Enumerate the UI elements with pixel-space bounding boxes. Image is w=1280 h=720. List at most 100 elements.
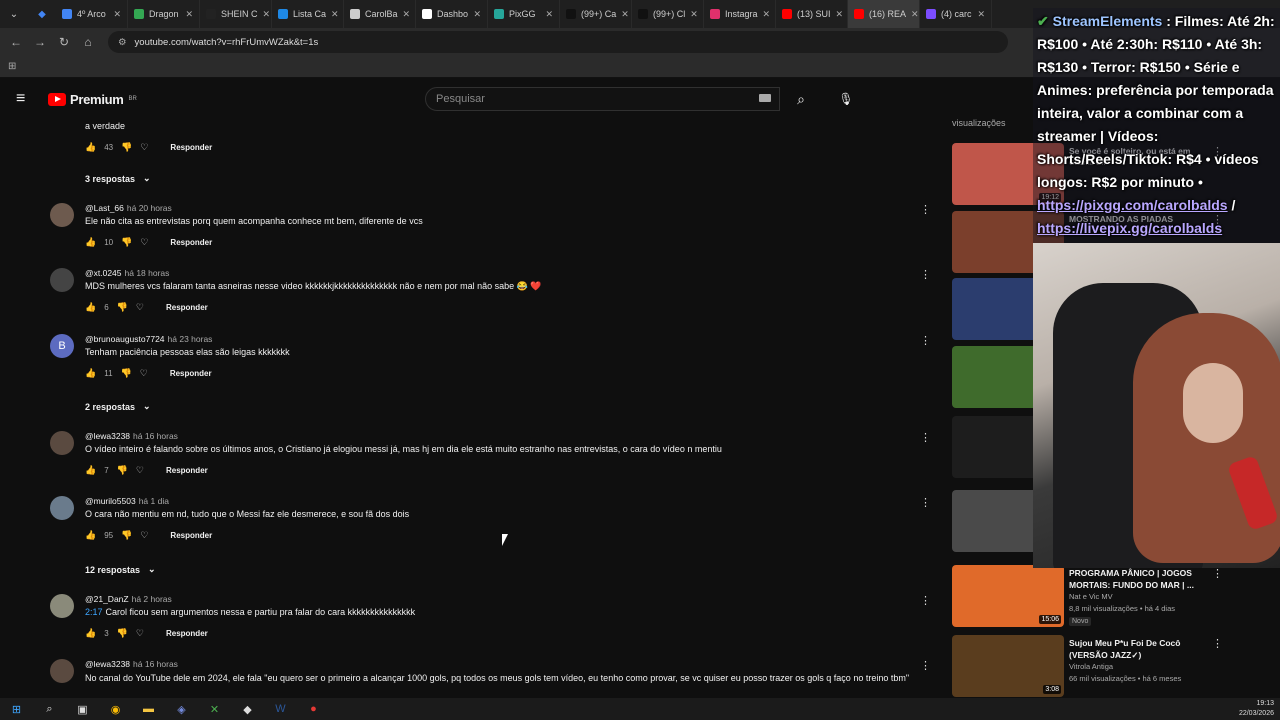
avatar[interactable] — [50, 268, 74, 292]
avatar[interactable]: B — [50, 334, 74, 358]
site-info-icon[interactable]: ⚙ — [118, 37, 127, 48]
browser-tab[interactable]: (99+) Cl ✕ — [632, 0, 704, 28]
heart-icon[interactable]: ♡ — [136, 302, 144, 313]
close-tab-icon[interactable]: ✕ — [545, 9, 553, 20]
reply-button[interactable]: Responder — [166, 303, 208, 312]
url-field[interactable]: ⚙ youtube.com/watch?v=rhFrUmvWZak&t=1s — [108, 31, 1008, 53]
avatar[interactable] — [50, 203, 74, 227]
close-tab-icon[interactable]: ✕ — [263, 9, 271, 20]
close-tab-icon[interactable]: ✕ — [836, 9, 844, 20]
comment-time[interactable]: há 2 horas — [132, 594, 172, 604]
reload-icon[interactable]: ↻ — [54, 32, 74, 52]
more-options-icon[interactable]: ⋮ — [920, 203, 931, 216]
close-tab-icon[interactable]: ✕ — [185, 9, 193, 20]
comment-author[interactable]: @lewa3238 — [85, 431, 130, 441]
chrome-icon[interactable]: ◉ — [99, 698, 132, 720]
more-options-icon[interactable]: ⋮ — [920, 594, 931, 607]
browser-tab[interactable]: CarolBa ✕ — [344, 0, 416, 28]
video-thumbnail[interactable]: 15:06 — [952, 565, 1064, 627]
reply-button[interactable]: Responder — [170, 238, 212, 247]
menu-icon[interactable]: ≡ — [16, 90, 32, 108]
microphone-icon[interactable]: 🎙 — [834, 87, 858, 111]
dislike-icon[interactable]: 👎 — [117, 465, 128, 476]
task-view-icon[interactable]: ▣ — [66, 698, 99, 720]
browser-tab[interactable]: SHEIN C ✕ — [200, 0, 272, 28]
avatar[interactable] — [50, 431, 74, 455]
heart-icon[interactable]: ♡ — [140, 237, 148, 248]
more-options-icon[interactable]: ⋮ — [920, 659, 931, 672]
close-tab-icon[interactable]: ✕ — [763, 9, 771, 20]
dislike-icon[interactable]: 👎 — [121, 237, 132, 248]
comment-author[interactable]: @murilo5503 — [85, 496, 136, 506]
replies-toggle[interactable]: 12 respostas ⌄ — [85, 564, 156, 575]
xbox-icon[interactable]: ✕ — [198, 698, 231, 720]
youtube-logo[interactable]: Premium BR — [48, 92, 137, 107]
more-options-icon[interactable]: ⋮ — [1212, 567, 1223, 580]
reply-button[interactable]: Responder — [170, 369, 212, 378]
comment-author[interactable]: @lewa3238 — [85, 659, 130, 669]
like-icon[interactable]: 👍 — [85, 142, 96, 153]
heart-icon[interactable]: ♡ — [136, 628, 144, 639]
avatar[interactable] — [50, 496, 74, 520]
browser-tab[interactable]: 4º Arco ✕ — [56, 0, 128, 28]
obs-icon[interactable]: ● — [297, 698, 330, 720]
discord-icon[interactable]: ◈ — [165, 698, 198, 720]
like-icon[interactable]: 👍 — [85, 530, 96, 541]
apps-grid-icon[interactable]: ⊞ — [8, 61, 16, 72]
word-icon[interactable]: W — [264, 698, 297, 720]
system-clock[interactable]: 19:13 22/03/2026 — [1239, 698, 1274, 719]
home-icon[interactable]: ⌂ — [78, 32, 98, 52]
more-options-icon[interactable]: ⋮ — [920, 334, 931, 347]
browser-tab[interactable]: (13) SUI ✕ — [776, 0, 848, 28]
comment-time[interactable]: há 20 horas — [127, 203, 172, 213]
browser-tab[interactable]: Dragon ✕ — [128, 0, 200, 28]
windows-start-icon[interactable]: ⊞ — [0, 698, 33, 720]
reply-button[interactable]: Responder — [166, 466, 208, 475]
keyboard-icon[interactable] — [759, 94, 771, 102]
like-icon[interactable]: 👍 — [85, 628, 96, 639]
comment-author[interactable]: @21_DanZ — [85, 594, 129, 604]
back-icon[interactable]: ← — [6, 32, 26, 52]
pinned-tab-icon[interactable]: ◆ — [28, 0, 56, 28]
like-icon[interactable]: 👍 — [85, 302, 96, 313]
heart-icon[interactable]: ♡ — [140, 530, 148, 541]
steam-icon[interactable]: ◆ — [231, 698, 264, 720]
close-tab-icon[interactable]: ✕ — [403, 9, 411, 20]
browser-tab[interactable]: Lista Ca ✕ — [272, 0, 344, 28]
search-icon[interactable]: ⌕ — [784, 87, 818, 111]
close-tab-icon[interactable]: ✕ — [113, 9, 121, 20]
replies-toggle[interactable]: 2 respostas ⌄ — [85, 401, 151, 412]
more-options-icon[interactable]: ⋮ — [920, 268, 931, 281]
dislike-icon[interactable]: 👎 — [117, 302, 128, 313]
like-icon[interactable]: 👍 — [85, 465, 96, 476]
browser-tab[interactable]: Instagra ✕ — [704, 0, 776, 28]
browser-tab[interactable]: (16) REA ✕ — [848, 0, 920, 28]
forward-icon[interactable]: → — [30, 32, 50, 52]
search-icon[interactable]: ⌕ — [33, 698, 66, 720]
more-options-icon[interactable]: ⋮ — [1212, 637, 1223, 650]
reply-button[interactable]: Responder — [170, 531, 212, 540]
overlay-link-livepix[interactable]: https://livepix.gg/carolbalds — [1037, 220, 1222, 236]
video-info[interactable]: Sujou Meu P*u Foi De Cocô (VERSÃO JAZZ✓)… — [1069, 637, 1209, 685]
close-tab-icon[interactable]: ✕ — [911, 9, 919, 20]
browser-tab[interactable]: (99+) Ca ✕ — [560, 0, 632, 28]
comment-author[interactable]: @xt.0245 — [85, 268, 122, 278]
like-icon[interactable]: 👍 — [85, 368, 96, 379]
replies-toggle[interactable]: 3 respostas ⌄ — [85, 173, 151, 184]
heart-icon[interactable]: ♡ — [140, 368, 148, 379]
search-input[interactable]: Pesquisar — [425, 87, 780, 111]
comment-time[interactable]: há 18 horas — [125, 268, 170, 278]
more-options-icon[interactable]: ⋮ — [920, 431, 931, 444]
dislike-icon[interactable]: 👎 — [121, 142, 132, 153]
avatar[interactable] — [50, 659, 74, 683]
comment-time[interactable]: há 23 horas — [168, 334, 213, 344]
dislike-icon[interactable]: 👎 — [117, 628, 128, 639]
like-icon[interactable]: 👍 — [85, 237, 96, 248]
comment-author[interactable]: @brunoaugusto7724 — [85, 334, 165, 344]
more-options-icon[interactable]: ⋮ — [920, 496, 931, 509]
close-tab-icon[interactable]: ✕ — [331, 9, 339, 20]
browser-tab[interactable]: (4) carc ✕ — [920, 0, 992, 28]
close-tab-icon[interactable]: ✕ — [977, 9, 985, 20]
video-timestamp-link[interactable]: 2:17 — [85, 607, 103, 617]
dislike-icon[interactable]: 👎 — [121, 368, 132, 379]
